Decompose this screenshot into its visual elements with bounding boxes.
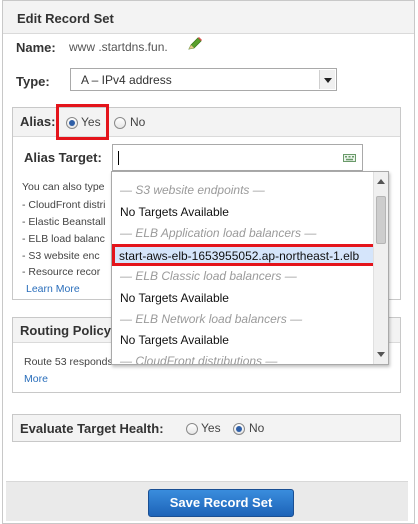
text-caret (118, 151, 119, 165)
scroll-down-icon[interactable] (376, 351, 386, 359)
dropdown-option[interactable]: No Targets Available (120, 333, 229, 347)
alias-learn-more-link[interactable]: Learn More (26, 283, 80, 295)
alias-target-label: Alias Target: (24, 150, 102, 165)
alias-no-label[interactable]: No (130, 115, 145, 129)
alias-yes-highlight (56, 104, 109, 140)
alias-description-line: - Elastic Beanstall (22, 216, 106, 228)
routing-policy-more-link[interactable]: More (24, 373, 48, 385)
type-select[interactable]: A – IPv4 address (70, 68, 337, 91)
dropdown-option-selected[interactable]: start-aws-elb-1653955052.ap-northeast-1.… (112, 244, 387, 266)
routing-policy-title: Routing Policy (20, 323, 111, 338)
alias-description-line: You can also type (22, 181, 105, 193)
evaluate-no-radio[interactable] (233, 423, 245, 435)
chevron-down-icon[interactable] (319, 70, 335, 89)
type-selected-value: A – IPv4 address (81, 73, 172, 87)
evaluate-no-label[interactable]: No (249, 421, 264, 435)
alias-no-radio[interactable] (114, 117, 126, 129)
alias-description-line: - ELB load balanc (22, 233, 105, 245)
alias-target-dropdown[interactable]: — S3 website endpoints — No Targets Avai… (111, 171, 389, 365)
alias-target-input[interactable] (112, 144, 363, 171)
alias-label: Alias: (20, 114, 56, 129)
name-value: www .startdns.fun. (69, 40, 168, 54)
alias-description-line: - Resource recor (22, 266, 101, 278)
scroll-up-icon[interactable] (376, 178, 386, 186)
evaluate-target-health-label: Evaluate Target Health: (20, 421, 164, 436)
panel-header: Edit Record Set (3, 1, 414, 34)
scrollbar-thumb[interactable] (376, 196, 386, 244)
routing-policy-description: Route 53 responds (24, 356, 113, 368)
name-label: Name: (16, 40, 56, 55)
panel-title: Edit Record Set (17, 11, 114, 26)
dropdown-group-header: — ELB Application load balancers — (120, 226, 317, 240)
alias-description-line: - S3 website enc (22, 250, 100, 262)
dropdown-option-label: start-aws-elb-1653955052.ap-northeast-1.… (119, 249, 360, 263)
edit-pencil-icon[interactable] (187, 37, 203, 51)
alias-description-line: - CloudFront distri (22, 199, 106, 211)
dropdown-group-header: — ELB Classic load balancers — (120, 269, 297, 283)
keyboard-icon[interactable] (343, 154, 356, 162)
save-record-set-button[interactable]: Save Record Set (148, 489, 294, 517)
evaluate-yes-label[interactable]: Yes (201, 421, 221, 435)
dropdown-scrollbar[interactable] (373, 172, 388, 364)
dropdown-option[interactable]: No Targets Available (120, 291, 229, 305)
dropdown-option[interactable]: No Targets Available (120, 205, 229, 219)
type-label: Type: (16, 74, 50, 89)
dropdown-group-header: — ELB Network load balancers — (120, 312, 303, 326)
dropdown-group-header: — S3 website endpoints — (120, 183, 265, 197)
evaluate-yes-radio[interactable] (186, 423, 198, 435)
dropdown-group-header: — CloudFront distributions — (120, 354, 278, 365)
